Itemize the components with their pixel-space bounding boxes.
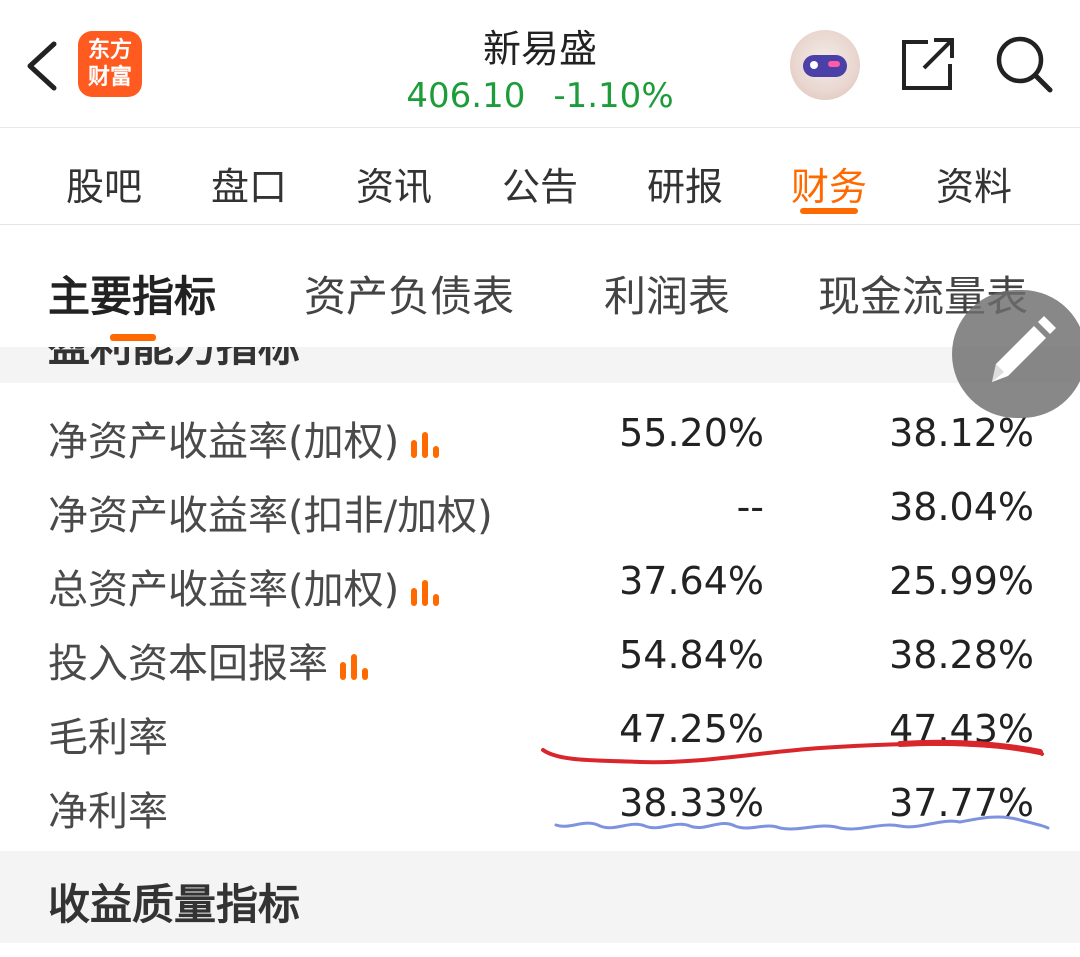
row-value-col1: 55.20% xyxy=(619,411,764,455)
main-nav: 股吧 盘口 资讯 公告 研报 财务 资料 xyxy=(0,128,1080,225)
subtab-key-indicators[interactable]: 主要指标 xyxy=(48,263,216,324)
row-value-col2: 47.43% xyxy=(889,707,1034,751)
row-value-col1: -- xyxy=(736,485,764,529)
tab-profile[interactable]: 资料 xyxy=(936,156,1012,211)
row-value-col2: 38.04% xyxy=(889,485,1034,529)
row-label: 净利率 xyxy=(48,789,168,835)
row-label: 毛利率 xyxy=(48,715,168,761)
row-label: 总资产收益率(加权) xyxy=(48,557,441,615)
back-arrow-icon[interactable] xyxy=(22,38,62,94)
search-icon[interactable] xyxy=(994,34,1054,94)
logo-line1: 东方 xyxy=(87,38,132,63)
top-bar: 东方 财富 新易盛 406.10 -1.10% xyxy=(0,0,1080,128)
tab-finance[interactable]: 财务 xyxy=(791,156,867,211)
logo-line2: 财富 xyxy=(87,65,132,90)
table-row[interactable]: 净资产收益率(加权) 55.20% 38.12% xyxy=(0,395,1080,469)
section-title-earnings-quality: 收益质量指标 xyxy=(48,880,301,929)
table-row[interactable]: 净利率 38.33% 37.77% xyxy=(0,765,1080,839)
row-value-col2: 25.99% xyxy=(889,559,1034,603)
row-value-col2: 37.77% xyxy=(889,781,1034,825)
subnav-active-indicator xyxy=(110,334,156,341)
subtab-income-statement[interactable]: 利润表 xyxy=(604,263,730,324)
row-value-col1: 38.33% xyxy=(619,781,764,825)
stock-price: 406.10 xyxy=(406,76,526,116)
app-logo[interactable]: 东方 财富 xyxy=(78,31,142,97)
row-value-col1: 54.84% xyxy=(619,633,764,677)
tab-pankou[interactable]: 盘口 xyxy=(211,156,287,211)
edit-fab[interactable] xyxy=(952,290,1080,418)
table-row[interactable]: 毛利率 47.25% 47.43% xyxy=(0,691,1080,765)
bar-chart-icon[interactable] xyxy=(338,652,370,680)
tab-research[interactable]: 研报 xyxy=(647,156,723,211)
sub-nav: 主要指标 资产负债表 利润表 现金流量表 xyxy=(0,225,1080,347)
pencil-icon xyxy=(992,316,1056,382)
section-header-profitability: 盈利能力指标 xyxy=(0,347,1080,383)
subtab-balance-sheet[interactable]: 资产负债表 xyxy=(304,263,514,324)
nav-active-indicator xyxy=(800,208,858,214)
row-label: 净资产收益率(扣非/加权) xyxy=(48,493,493,539)
stock-quote: 406.10 -1.10% xyxy=(340,76,740,116)
share-icon[interactable] xyxy=(898,36,958,94)
divider xyxy=(0,943,1080,957)
row-label: 净资产收益率(加权) xyxy=(48,409,441,467)
tab-news[interactable]: 资讯 xyxy=(356,156,432,211)
tab-announcements[interactable]: 公告 xyxy=(502,156,578,211)
row-value-col1: 47.25% xyxy=(619,707,764,751)
row-value-col1: 37.64% xyxy=(619,559,764,603)
stock-change: -1.10% xyxy=(553,76,674,116)
section-title-profitability: 盈利能力指标 xyxy=(48,347,300,374)
table-row[interactable]: 投入资本回报率 54.84% 38.28% xyxy=(0,617,1080,691)
table-row[interactable]: 净资产收益率(扣非/加权) -- 38.04% xyxy=(0,469,1080,543)
row-value-col2: 38.28% xyxy=(889,633,1034,677)
bar-chart-icon[interactable] xyxy=(409,578,441,606)
indicator-table: 净资产收益率(加权) 55.20% 38.12% 净资产收益率(扣非/加权) -… xyxy=(0,383,1080,851)
tab-guba[interactable]: 股吧 xyxy=(66,156,142,211)
stock-name: 新易盛 xyxy=(482,27,597,71)
section-header-earnings-quality[interactable]: 收益质量指标 xyxy=(0,851,1080,943)
bar-chart-icon[interactable] xyxy=(409,430,441,458)
row-label: 投入资本回报率 xyxy=(48,631,370,689)
robot-avatar-icon[interactable] xyxy=(790,30,860,100)
table-row[interactable]: 总资产收益率(加权) 37.64% 25.99% xyxy=(0,543,1080,617)
